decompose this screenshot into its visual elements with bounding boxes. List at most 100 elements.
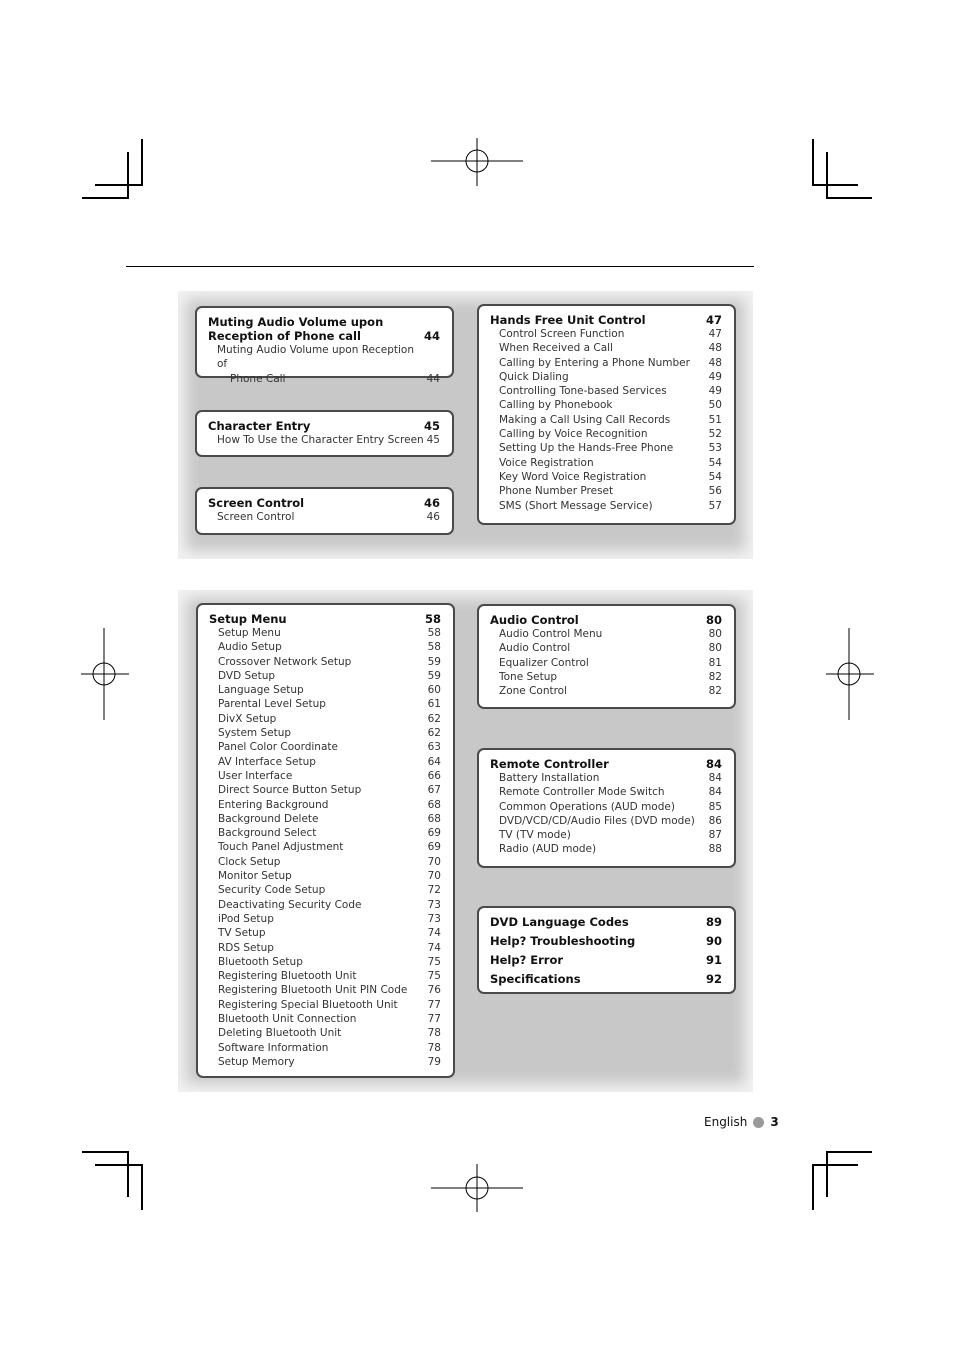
entry-label: Registering Special Bluetooth Unit (218, 998, 398, 1011)
section-header[interactable]: Setup Menu 58 (209, 612, 441, 626)
toc-entry[interactable]: Bluetooth Setup 75 (209, 955, 441, 969)
toc-entry[interactable]: Muting Audio Volume upon Reception of Ph… (208, 343, 440, 386)
entry-page: 84 (708, 786, 722, 799)
toc-entry[interactable]: Registering Bluetooth Unit PIN Code 76 (209, 983, 441, 997)
toc-section-appendix: DVD Language Codes 89 Help? Troubleshootin… (477, 906, 736, 994)
toc-entry[interactable]: Deleting Bluetooth Unit 78 (209, 1026, 441, 1040)
toc-entry[interactable]: How To Use the Character Entry Screen 45 (208, 433, 440, 447)
toc-entry[interactable]: AV Interface Setup 64 (209, 755, 441, 769)
toc-entry[interactable]: Remote Controller Mode Switch 84 (490, 785, 722, 799)
entry-page: 49 (708, 370, 722, 383)
toc-entry[interactable]: Phone Number Preset 56 (490, 484, 722, 498)
entry-label: Registering Bluetooth Unit PIN Code (218, 984, 408, 997)
entry-page: 78 (427, 1027, 441, 1040)
toc-entry[interactable]: TV (TV mode) 87 (490, 828, 722, 842)
toc-entry[interactable]: Calling by Phonebook 50 (490, 398, 722, 412)
entry-label: Calling by Voice Recognition (499, 428, 648, 441)
toc-entry[interactable]: Help? Troubleshooting 90 (490, 932, 722, 951)
section-header[interactable]: Character Entry 45 (208, 419, 440, 433)
toc-entry[interactable]: Battery Installation 84 (490, 771, 722, 785)
toc-entry[interactable]: Audio Control Menu 80 (490, 627, 722, 641)
toc-entry[interactable]: Voice Registration 54 (490, 456, 722, 470)
toc-entry[interactable]: Setup Memory 79 (209, 1055, 441, 1069)
section-title: Remote Controller (490, 757, 609, 771)
entry-label: Audio Control (499, 642, 571, 655)
toc-entry[interactable]: Audio Setup 58 (209, 640, 441, 654)
toc-entry[interactable]: User Interface 66 (209, 769, 441, 783)
toc-entry[interactable]: RDS Setup 74 (209, 941, 441, 955)
toc-entry[interactable]: Controlling Tone-based Services 49 (490, 384, 722, 398)
section-title: Character Entry (208, 419, 311, 433)
entry-page: 54 (708, 470, 722, 483)
toc-entry[interactable]: Registering Special Bluetooth Unit 77 (209, 998, 441, 1012)
toc-section-muting: Muting Audio Volume upon Reception of Ph… (195, 306, 454, 385)
entry-list: Audio Control Menu 80 Audio Control 80 Equal… (490, 627, 722, 698)
toc-entry[interactable]: Security Code Setup 72 (209, 883, 441, 897)
entry-label: Zone Control (499, 685, 568, 698)
toc-entry[interactable]: Calling by Voice Recognition 52 (490, 427, 722, 441)
toc-entry[interactable]: Direct Source Button Setup 67 (209, 783, 441, 797)
entry-label: Panel Color Coordinate (218, 741, 338, 754)
toc-entry[interactable]: Parental Level Setup 61 (209, 697, 441, 711)
section-header[interactable]: Muting Audio Volume upon Reception of Ph… (208, 315, 440, 343)
toc-entry[interactable]: Panel Color Coordinate 63 (209, 740, 441, 754)
entry-label: iPod Setup (218, 912, 274, 925)
toc-entry[interactable]: Touch Panel Adjustment 69 (209, 840, 441, 854)
toc-entry[interactable]: Help? Error 91 (490, 951, 722, 970)
toc-entry[interactable]: Zone Control 82 (490, 684, 722, 698)
toc-entry[interactable]: Language Setup 60 (209, 683, 441, 697)
toc-entry[interactable]: Monitor Setup 70 (209, 869, 441, 883)
toc-entry[interactable]: Software Information 78 (209, 1041, 441, 1055)
entry-label: How To Use the Character Entry Screen (217, 434, 424, 446)
toc-entry[interactable]: DVD/VCD/CD/Audio Files (DVD mode) 86 (490, 814, 722, 828)
registration-mark-top (431, 138, 523, 186)
toc-entry[interactable]: Key Word Voice Registration 54 (490, 470, 722, 484)
toc-entry[interactable]: Control Screen Function 47 (490, 327, 722, 341)
toc-entry[interactable]: Specifications 92 (490, 970, 722, 989)
toc-entry[interactable]: SMS (Short Message Service) 57 (490, 499, 722, 513)
entry-label: Software Information (218, 1041, 329, 1054)
entry-page: 75 (427, 955, 441, 968)
registration-mark-left (81, 628, 129, 720)
toc-entry[interactable]: Bluetooth Unit Connection 77 (209, 1012, 441, 1026)
toc-entry[interactable]: Audio Control 80 (490, 641, 722, 655)
toc-entry[interactable]: Crossover Network Setup 59 (209, 655, 441, 669)
toc-entry[interactable]: DVD Language Codes 89 (490, 913, 722, 932)
entry-label: Screen Control (217, 511, 295, 523)
entry-page: 82 (708, 670, 722, 683)
toc-entry[interactable]: Making a Call Using Call Records 51 (490, 413, 722, 427)
toc-entry[interactable]: Setting Up the Hands-Free Phone 53 (490, 441, 722, 455)
toc-entry[interactable]: Clock Setup 70 (209, 855, 441, 869)
entry-page: 51 (708, 413, 722, 426)
toc-entry[interactable]: Tone Setup 82 (490, 670, 722, 684)
entry-label: Setup Memory (218, 1055, 295, 1068)
toc-entry[interactable]: iPod Setup 73 (209, 912, 441, 926)
toc-entry[interactable]: Quick Dialing 49 (490, 370, 722, 384)
toc-entry[interactable]: Deactivating Security Code 73 (209, 898, 441, 912)
section-header[interactable]: Audio Control 80 (490, 613, 722, 627)
toc-entry[interactable]: Screen Control 46 (208, 510, 440, 524)
section-header[interactable]: Remote Controller 84 (490, 757, 722, 771)
toc-entry[interactable]: Registering Bluetooth Unit 75 (209, 969, 441, 983)
toc-entry[interactable]: DivX Setup 62 (209, 712, 441, 726)
toc-entry[interactable]: When Received a Call 48 (490, 341, 722, 355)
entry-label: Bluetooth Unit Connection (218, 1013, 357, 1026)
toc-entry[interactable]: Equalizer Control 81 (490, 656, 722, 670)
toc-entry[interactable]: Entering Background 68 (209, 798, 441, 812)
toc-entry[interactable]: Radio (AUD mode) 88 (490, 842, 722, 856)
entry-label: Calling by Entering a Phone Number (499, 356, 690, 369)
toc-entry[interactable]: DVD Setup 59 (209, 669, 441, 683)
toc-entry[interactable]: Common Operations (AUD mode) 85 (490, 800, 722, 814)
section-header[interactable]: Hands Free Unit Control 47 (490, 313, 722, 327)
toc-entry[interactable]: Calling by Entering a Phone Number 48 (490, 356, 722, 370)
toc-entry[interactable]: Background Delete 68 (209, 812, 441, 826)
entry-label: Security Code Setup (218, 884, 326, 897)
section-header[interactable]: Screen Control 46 (208, 496, 440, 510)
toc-entry[interactable]: Background Select 69 (209, 826, 441, 840)
toc-section-character-entry: Character Entry 45 How To Use the Charac… (195, 410, 454, 457)
entry-label: Setup Menu (218, 627, 281, 639)
toc-entry[interactable]: TV Setup 74 (209, 926, 441, 940)
toc-entry[interactable]: System Setup 62 (209, 726, 441, 740)
toc-entry[interactable]: Setup Menu 58 (209, 626, 441, 640)
entry-page: 79 (427, 1055, 441, 1068)
